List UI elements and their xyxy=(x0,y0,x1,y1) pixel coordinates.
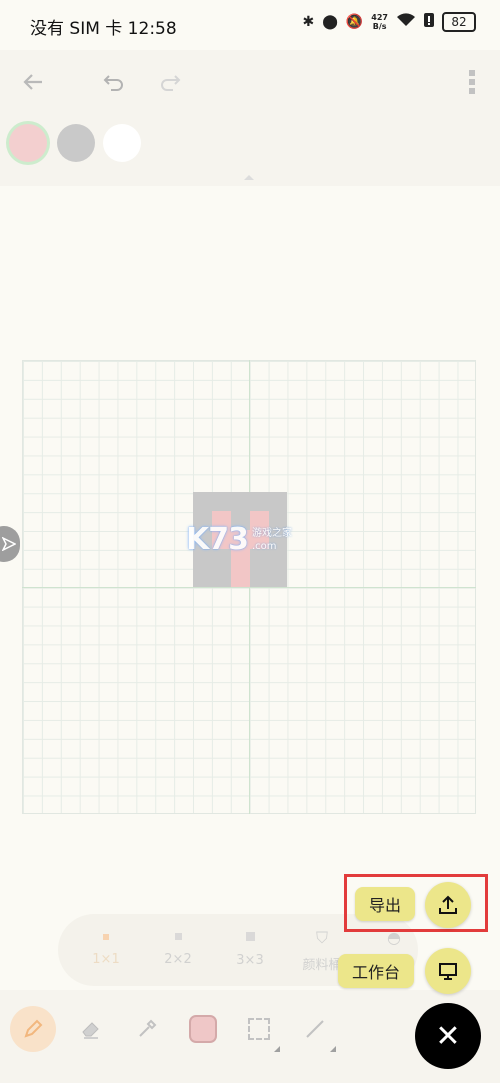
close-fab[interactable]: ✕ xyxy=(415,1003,481,1069)
workbench-fab[interactable] xyxy=(425,948,471,994)
selection-icon xyxy=(248,1018,270,1040)
pixel-canvas[interactable] xyxy=(22,360,476,814)
eyedropper-icon xyxy=(139,1019,157,1037)
export-fab[interactable] xyxy=(425,882,471,928)
monitor-icon xyxy=(439,963,457,980)
close-icon: ✕ xyxy=(435,1018,461,1054)
eyedropper-tool[interactable] xyxy=(124,1006,170,1052)
status-carrier-time: 没有 SIM 卡 12:58 xyxy=(30,19,177,39)
redo-icon[interactable] xyxy=(152,64,188,100)
pencil-icon xyxy=(24,1019,43,1038)
brush-size-1x1[interactable]: 1×1 xyxy=(70,914,142,986)
selection-tool[interactable] xyxy=(236,1006,282,1052)
send-icon xyxy=(2,537,16,551)
size-dot-icon xyxy=(103,933,109,940)
upload-icon xyxy=(439,895,457,914)
line-icon xyxy=(306,1020,324,1038)
more-menu-icon[interactable] xyxy=(454,64,490,100)
paint-bucket-icon: ⛉ xyxy=(315,927,328,947)
size-dot-icon xyxy=(174,933,182,940)
wifi-icon xyxy=(396,13,416,31)
eraser-icon xyxy=(82,1022,99,1039)
watermark-logo: K73 游戏之家 .com xyxy=(186,522,292,557)
network-speed: 427 B/s xyxy=(371,13,388,31)
eraser-tool[interactable] xyxy=(68,1006,114,1052)
pencil-tool[interactable] xyxy=(10,1006,56,1052)
battery-indicator: 82 xyxy=(442,12,476,32)
brush-size-3x3[interactable]: 3×3 xyxy=(214,914,286,986)
status-icons: ✱ ⬤ 🔕 427 B/s 82 xyxy=(302,12,476,32)
color-swatch-white[interactable] xyxy=(103,124,141,162)
status-bar: 没有 SIM 卡 12:58 ✱ ⬤ 🔕 427 B/s 82 xyxy=(0,0,500,50)
export-button[interactable]: 导出 xyxy=(355,887,416,921)
current-color-icon xyxy=(189,1015,217,1043)
color-swatch-pink[interactable] xyxy=(9,124,47,162)
bluetooth-icon: ✱ xyxy=(302,14,315,30)
location-icon: ⬤ xyxy=(322,14,338,30)
side-panel-handle[interactable] xyxy=(0,526,20,562)
canvas-center-horizontal-guide xyxy=(22,587,476,588)
color-swatch-gray[interactable] xyxy=(57,124,95,162)
top-toolbar xyxy=(0,50,500,186)
undo-icon[interactable] xyxy=(96,64,132,100)
size-dot-icon xyxy=(245,932,255,941)
workbench-button[interactable]: 工作台 xyxy=(338,954,415,988)
current-color-tool[interactable] xyxy=(180,1006,226,1052)
line-tool[interactable] xyxy=(292,1006,338,1052)
mute-icon: 🔕 xyxy=(345,14,364,30)
alert-icon xyxy=(424,13,434,31)
back-arrow-icon[interactable] xyxy=(15,64,51,100)
collapse-chevron-icon[interactable] xyxy=(244,175,254,180)
brush-size-2x2[interactable]: 2×2 xyxy=(142,914,214,986)
